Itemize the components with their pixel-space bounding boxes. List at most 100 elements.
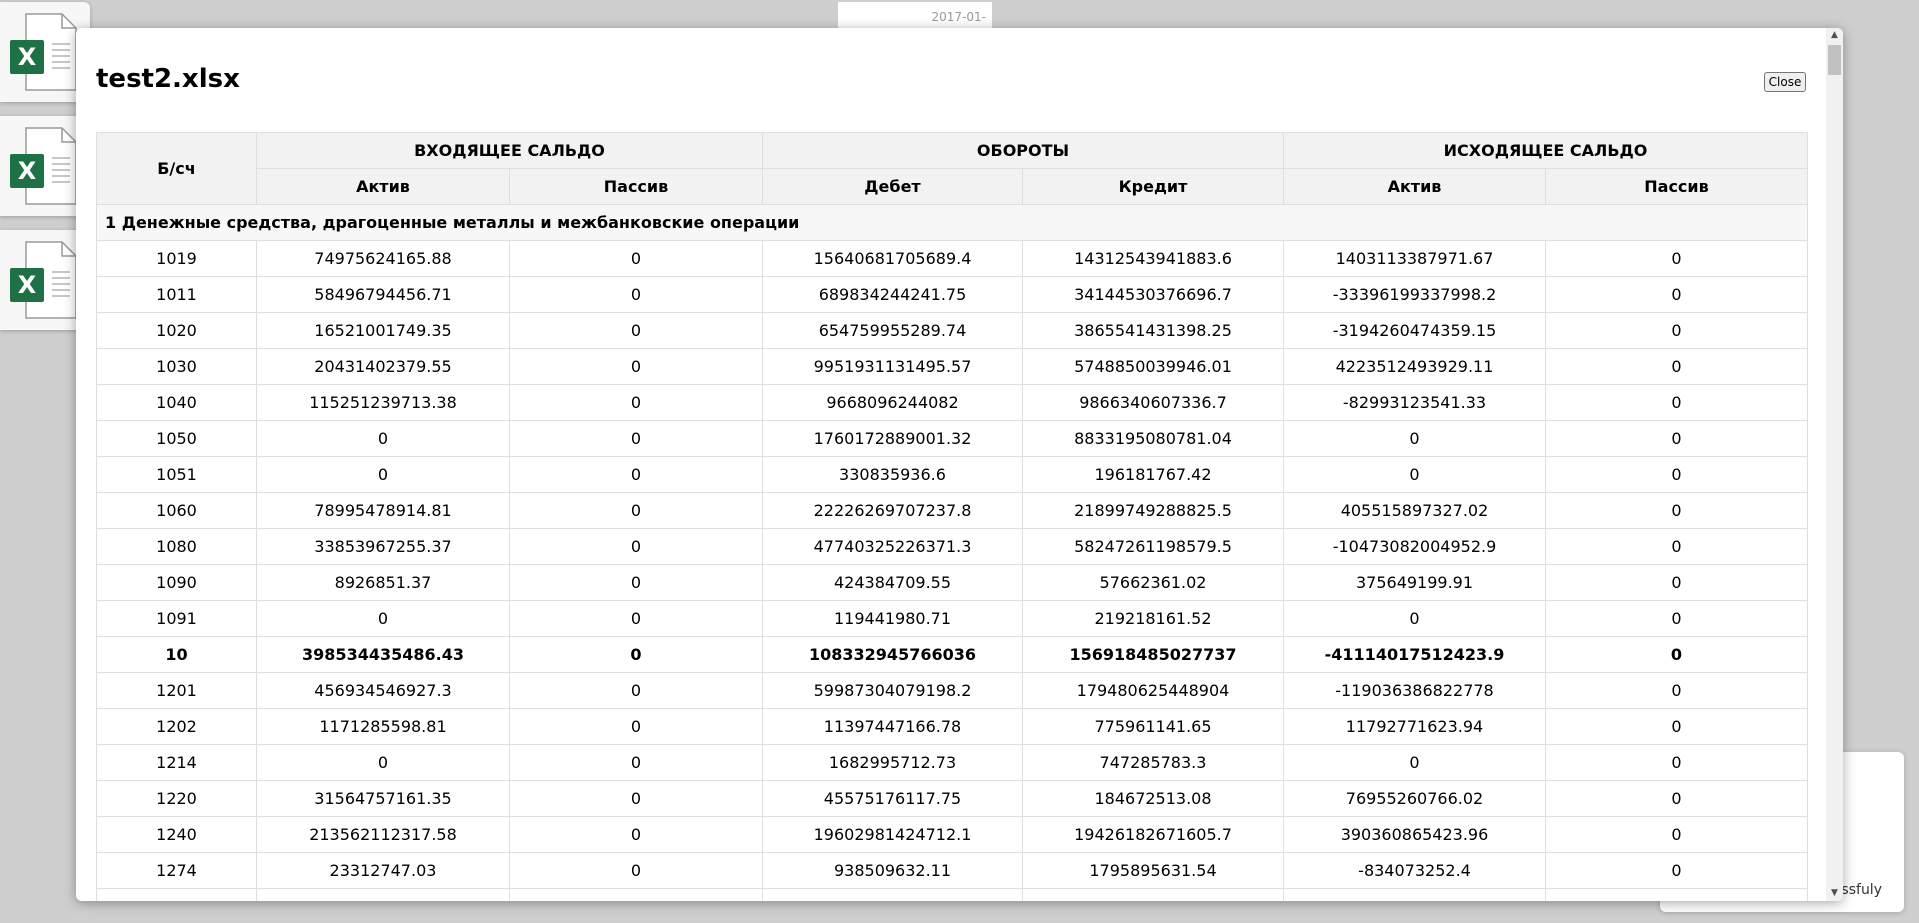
table-cell: 0: [509, 384, 763, 421]
scrollbar-thumb[interactable]: [1828, 45, 1841, 75]
table-row: 1220 31564757161.35 0 45575176117.75 1846725…: [96, 780, 1808, 817]
table-cell: 76955260766.02: [1283, 780, 1546, 817]
table-cell: 1240: [96, 816, 257, 853]
table-cell: 405515897327.02: [1283, 492, 1546, 529]
table-cell: -10473082004952.9: [1283, 528, 1546, 565]
table-cell: 0: [1283, 456, 1546, 493]
table-cell: 47740325226371.3: [762, 528, 1023, 565]
table-cell: 938509632.11: [762, 852, 1023, 889]
table-cell: 0: [509, 528, 763, 565]
table-row: 1240 213562112317.58 0 19602981424712.1 1942…: [96, 816, 1808, 853]
subheader-opening-asset: Актив: [256, 168, 510, 205]
table-cell: 21899749288825.5: [1022, 492, 1284, 529]
table-cell: 1403113387971.67: [1283, 240, 1546, 277]
table-cell: 1090: [96, 564, 257, 601]
table-cell: 654759955289.74: [762, 312, 1023, 349]
table-cell: [256, 888, 510, 901]
table-cell: 1020: [96, 312, 257, 349]
section-title: 1 Денежные средства, драгоценные металлы…: [96, 204, 1808, 241]
table-cell: 196181767.42: [1022, 456, 1284, 493]
table-cell: 9668096244082: [762, 384, 1023, 421]
table-row: 1090 8926851.37 0 424384709.55 57662361.02 37…: [96, 564, 1808, 601]
table-row: 1274 23312747.03 0 938509632.11 1795895631.5…: [96, 852, 1808, 889]
table-cell: 775961141.65: [1022, 708, 1284, 745]
table-cell: [1545, 888, 1808, 901]
table-cell: 10: [96, 636, 257, 673]
table-cell: 0: [1545, 528, 1808, 565]
modal-title: test2.xlsx: [96, 64, 240, 94]
table-row: 1060 78995478914.81 0 22226269707237.8 21899…: [96, 492, 1808, 529]
spreadsheet-table-container: Б/сч ВХОДЯЩЕЕ САЛЬДО ОБОРОТЫ ИСХОДЯЩЕЕ С…: [96, 132, 1808, 901]
table-cell: 1274: [96, 852, 257, 889]
table-cell: 1011: [96, 276, 257, 313]
table-cell: 0: [509, 564, 763, 601]
table-cell: 58496794456.71: [256, 276, 510, 313]
table-cell: 11397447166.78: [762, 708, 1023, 745]
table-cell: 58247261198579.5: [1022, 528, 1284, 565]
table-cell: [762, 888, 1023, 901]
table-cell: 0: [509, 312, 763, 349]
table-cell: 1080: [96, 528, 257, 565]
svg-text:X: X: [18, 43, 37, 71]
table-cell: -33396199337998.2: [1283, 276, 1546, 313]
table-cell: 1019: [96, 240, 257, 277]
table-cell: [96, 888, 257, 901]
table-cell: 0: [256, 600, 510, 637]
table-cell: [1283, 888, 1546, 901]
table-cell: 1682995712.73: [762, 744, 1023, 781]
table-row: 1019 74975624165.88 0 15640681705689.4 14312…: [96, 240, 1808, 277]
table-cell: 0: [1545, 312, 1808, 349]
vertical-scrollbar[interactable]: ▲ ▼: [1826, 28, 1843, 901]
table-cell: 57662361.02: [1022, 564, 1284, 601]
table-cell: 0: [509, 456, 763, 493]
table-cell: 0: [1545, 744, 1808, 781]
table-cell: 1091: [96, 600, 257, 637]
table-row: 1040 115251239713.38 0 9668096244082 9866340…: [96, 384, 1808, 421]
table-cell: 20431402379.55: [256, 348, 510, 385]
table-cell: 1171285598.81: [256, 708, 510, 745]
table-cell: 0: [509, 348, 763, 385]
table-row: 1011 58496794456.71 0 689834244241.75 341445…: [96, 276, 1808, 313]
table-cell: 0: [509, 276, 763, 313]
table-cell: 0: [256, 456, 510, 493]
table-cell: 424384709.55: [762, 564, 1023, 601]
table-cell: 390360865423.96: [1283, 816, 1546, 853]
table-cell: 78995478914.81: [256, 492, 510, 529]
table-row: 1091 0 0 119441980.71 219218161.52 0 0: [96, 600, 1808, 637]
table-cell: 31564757161.35: [256, 780, 510, 817]
close-button[interactable]: Close: [1764, 72, 1806, 92]
table-row: 1080 33853967255.37 0 47740325226371.3 58247…: [96, 528, 1808, 565]
table-cell: 4223512493929.11: [1283, 348, 1546, 385]
table-cell: 0: [256, 420, 510, 457]
table-cell: 330835936.6: [762, 456, 1023, 493]
background-timestamp: 2017-01-01T00:00:00:00: [838, 2, 992, 55]
table-cell: 0: [509, 672, 763, 709]
table-cell: 0: [509, 492, 763, 529]
table-cell: 747285783.3: [1022, 744, 1284, 781]
table-cell: 0: [1545, 600, 1808, 637]
table-cell: 156918485027737: [1022, 636, 1284, 673]
table-cell: 9951931131495.57: [762, 348, 1023, 385]
table-cell: 0: [509, 780, 763, 817]
subheader-closing-asset: Актив: [1283, 168, 1546, 205]
table-cell: 19426182671605.7: [1022, 816, 1284, 853]
scroll-up-arrow-icon[interactable]: ▲: [1826, 28, 1843, 43]
table-cell: 0: [1283, 600, 1546, 637]
table-cell: 3865541431398.25: [1022, 312, 1284, 349]
table-cell: 23312747.03: [256, 852, 510, 889]
table-cell: 0: [1545, 420, 1808, 457]
scroll-down-arrow-icon[interactable]: ▼: [1826, 886, 1843, 901]
header-turnover: ОБОРОТЫ: [762, 132, 1284, 169]
table-cell: 9866340607336.7: [1022, 384, 1284, 421]
table-cell: 375649199.91: [1283, 564, 1546, 601]
table-cell: 184672513.08: [1022, 780, 1284, 817]
svg-text:X: X: [18, 157, 37, 185]
table-cell: 0: [1545, 636, 1808, 673]
table-cell: 0: [509, 852, 763, 889]
file-preview-modal: test2.xlsx Close ▲ ▼ Б/сч ВХОДЯЩЕЕ САЛЬД…: [76, 28, 1843, 901]
table-cell: 0: [509, 420, 763, 457]
table-cell: 1030: [96, 348, 257, 385]
table-row: 1202 1171285598.81 0 11397447166.78 77596114…: [96, 708, 1808, 745]
excel-file-icon: X: [10, 241, 77, 319]
table-cell: 1050: [96, 420, 257, 457]
